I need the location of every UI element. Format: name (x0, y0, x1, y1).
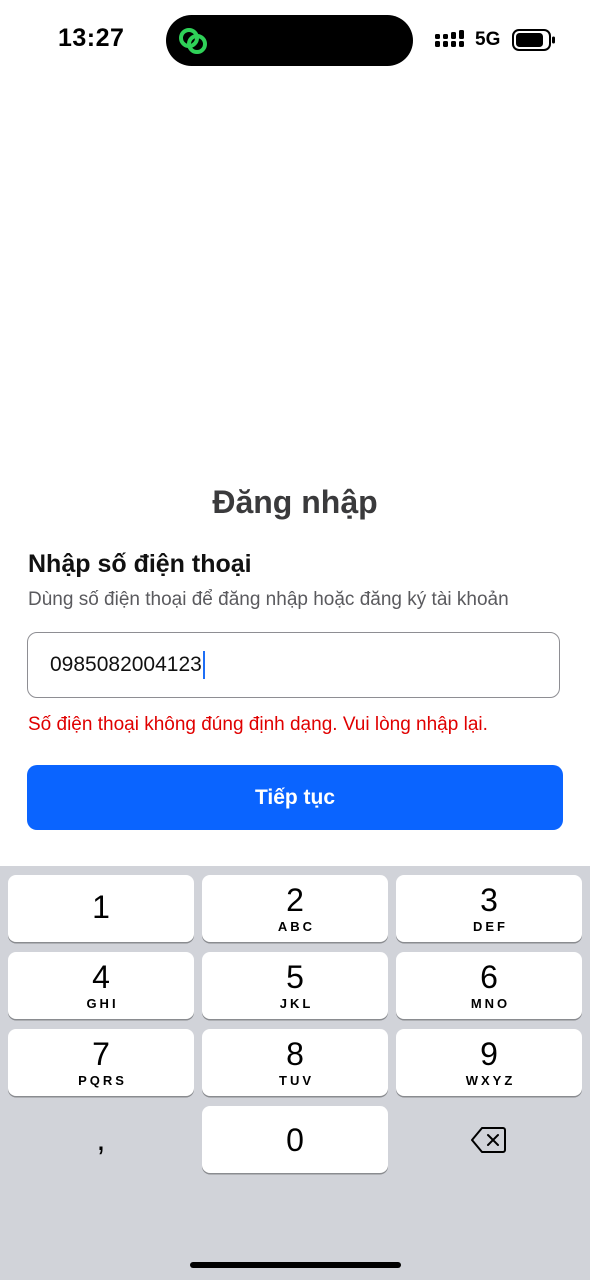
key-digit: 7 (92, 1035, 110, 1072)
key-7[interactable]: 7 PQRS (8, 1029, 194, 1096)
key-0[interactable]: 0 (202, 1106, 388, 1173)
dynamic-island (166, 15, 413, 66)
numeric-keyboard: 1 2 ABC 3 DEF 4 GHI 5 JKL 6 MNO 7 PQRS 8… (0, 866, 590, 1280)
phone-section-title: Nhập số điện thoại (28, 550, 252, 578)
key-letters: TUV (279, 1072, 314, 1088)
key-4[interactable]: 4 GHI (8, 952, 194, 1019)
page-title: Đăng nhập (212, 484, 378, 520)
key-letters: WXYZ (465, 1072, 516, 1088)
key-digit: 0 (286, 1121, 304, 1158)
status-time: 13:27 (58, 24, 125, 52)
phone-input-value: 0985082004123 (50, 653, 202, 676)
key-comma[interactable]: , (8, 1106, 194, 1173)
key-letters: MNO (470, 995, 511, 1011)
home-indicator[interactable] (190, 1262, 401, 1268)
key-5[interactable]: 5 JKL (202, 952, 388, 1019)
key-digit: 6 (480, 958, 498, 995)
key-letters: GHI (86, 995, 119, 1011)
key-digit: 9 (480, 1035, 498, 1072)
key-8[interactable]: 8 TUV (202, 1029, 388, 1096)
key-digit: 4 (92, 958, 110, 995)
text-caret (202, 651, 205, 679)
key-digit: 1 (92, 889, 110, 925)
key-3[interactable]: 3 DEF (396, 875, 582, 942)
key-digit: 8 (286, 1035, 304, 1072)
app-link-icon (179, 28, 207, 54)
key-digit: 3 (480, 881, 498, 918)
signal-icon (435, 30, 464, 47)
key-delete[interactable] (396, 1106, 582, 1173)
key-letters: JKL (279, 995, 314, 1011)
key-6[interactable]: 6 MNO (396, 952, 582, 1019)
phone-input[interactable]: 0985082004123 (27, 632, 560, 698)
network-label: 5G (475, 29, 501, 50)
key-9[interactable]: 9 WXYZ (396, 1029, 582, 1096)
key-comma-label: , (96, 1121, 106, 1157)
key-digit: 5 (286, 958, 304, 995)
key-2[interactable]: 2 ABC (202, 875, 388, 942)
continue-button[interactable]: Tiếp tục (27, 765, 563, 830)
battery-icon (512, 29, 555, 51)
phone-error-message: Số điện thoại không đúng định dạng. Vui … (28, 714, 488, 735)
key-digit: 2 (286, 881, 304, 918)
backspace-icon (471, 1126, 506, 1153)
key-1[interactable]: 1 (8, 875, 194, 942)
key-letters: ABC (277, 918, 316, 934)
key-letters: PQRS (78, 1072, 127, 1088)
key-letters: DEF (473, 918, 508, 934)
phone-section-subtitle: Dùng số điện thoại để đăng nhập hoặc đăn… (28, 589, 509, 610)
